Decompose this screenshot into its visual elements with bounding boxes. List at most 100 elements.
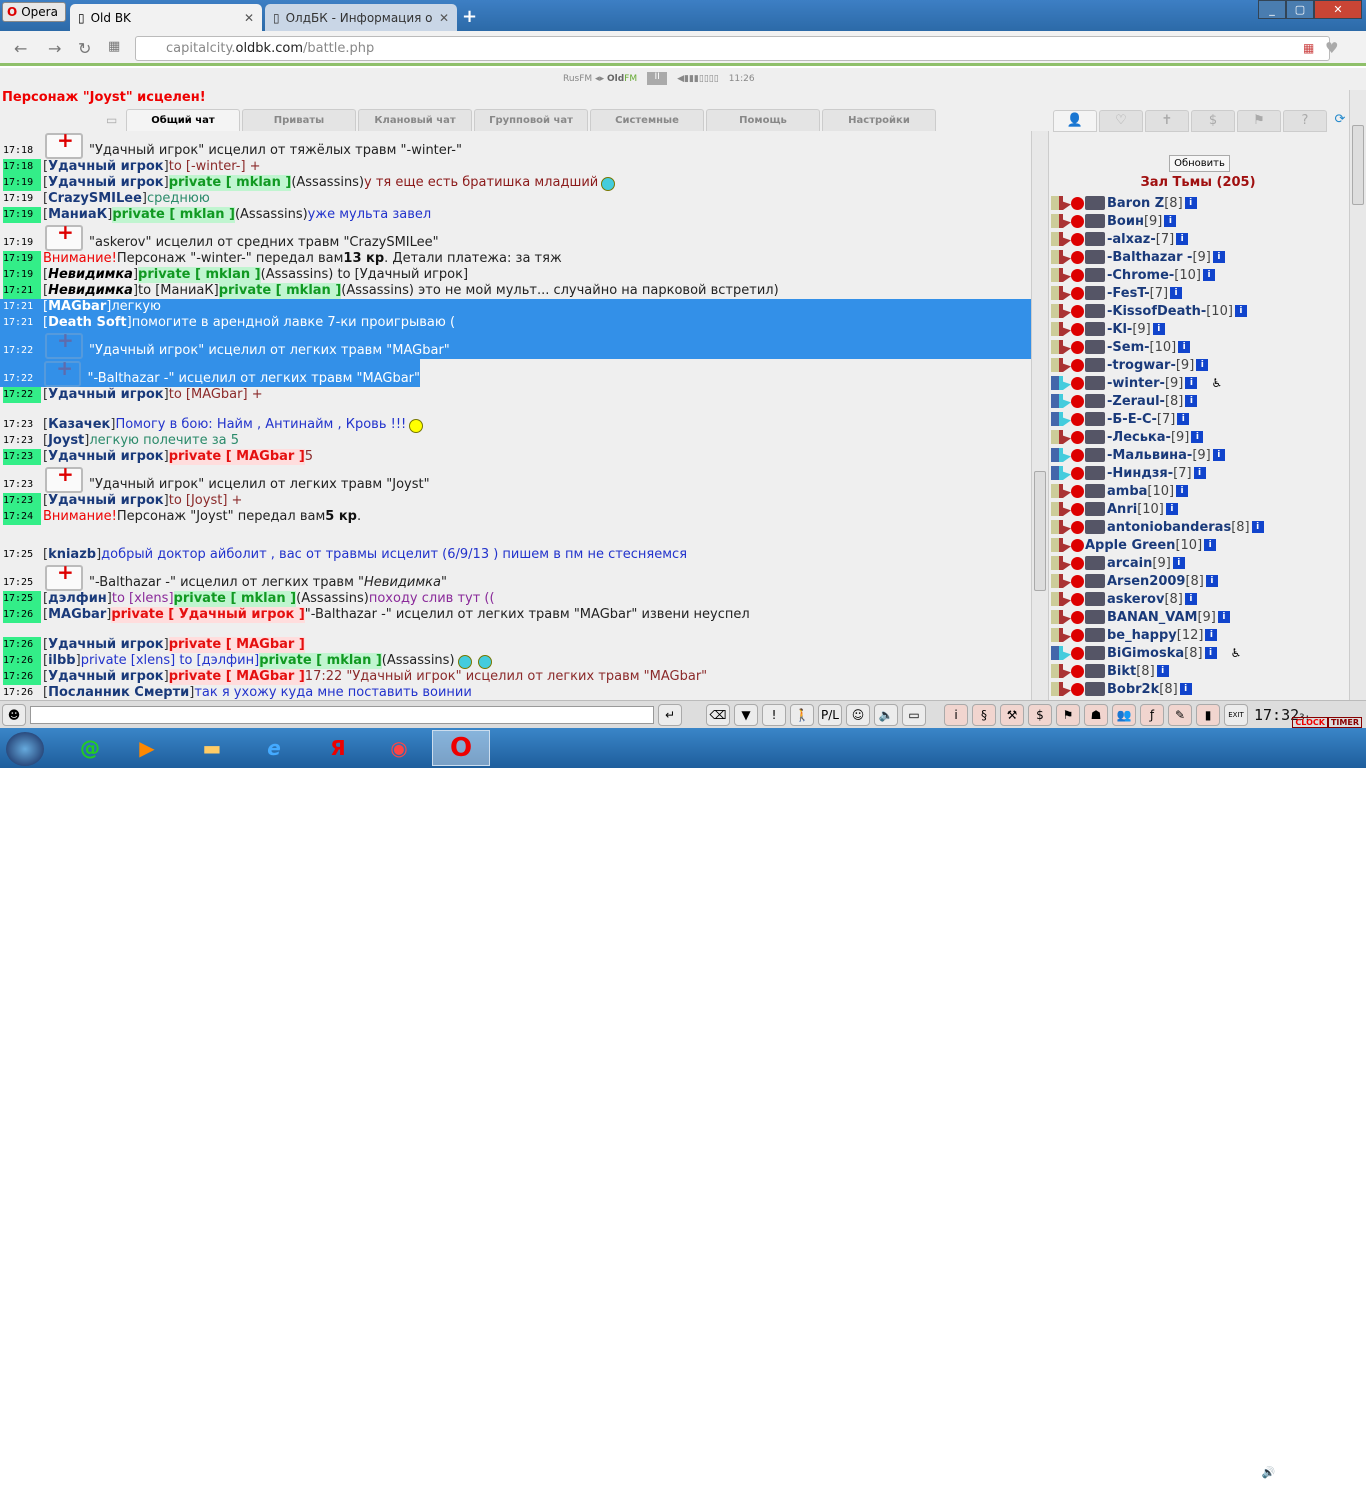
system-clock[interactable]: 16:32 22.01.2014 [1285, 1461, 1348, 1495]
clan-emblem-icon[interactable] [1085, 520, 1105, 534]
exit-button[interactable]: EXIT [1224, 703, 1248, 726]
clan-emblem-icon[interactable] [1085, 664, 1105, 678]
user-name[interactable]: amba [1107, 484, 1147, 499]
scroll-thumb[interactable] [1352, 125, 1364, 205]
sender-nick[interactable]: Казачек [48, 417, 110, 433]
user-name[interactable]: -Chrome- [1107, 268, 1174, 283]
heal-cross-icon[interactable] [1071, 448, 1084, 462]
private-tag[interactable]: private [ mklan ] [173, 591, 297, 607]
user-info-icon[interactable]: i [1193, 467, 1206, 479]
user-name[interactable]: -winter- [1107, 376, 1165, 391]
message-time[interactable]: 17:23 [3, 493, 41, 509]
chat-tab[interactable]: Настройки [822, 109, 936, 131]
heal-cross-icon[interactable] [1071, 664, 1084, 678]
refresh-button[interactable]: Обновить [1169, 155, 1230, 172]
sender-nick[interactable]: CrazySMILee [48, 191, 142, 207]
yandex-icon[interactable]: Я [316, 732, 360, 764]
smiley-icon[interactable]: ☺ [846, 703, 870, 726]
sender-nick[interactable]: Удачный игрок [48, 669, 164, 685]
rank-arrow-icon[interactable] [1051, 232, 1071, 246]
private-tag[interactable]: private [ mklan ] [138, 267, 261, 283]
clan-emblem-icon[interactable] [1085, 682, 1105, 696]
volume-slider[interactable]: ◀▮▮▮▯▯▯▯ [677, 74, 719, 84]
back-icon[interactable]: ← [14, 39, 27, 58]
chat-tab[interactable]: Системные [590, 109, 704, 131]
rank-arrow-icon[interactable] [1051, 412, 1071, 426]
reload-icon[interactable]: ↻ [78, 39, 91, 58]
scroll-icon[interactable]: § [972, 703, 996, 726]
user-info-icon[interactable]: i [1234, 305, 1247, 317]
clan-emblem-icon[interactable] [1085, 286, 1105, 300]
rank-arrow-icon[interactable] [1051, 538, 1071, 552]
rank-arrow-icon[interactable] [1051, 574, 1071, 588]
message-time[interactable]: 17:26 [3, 685, 41, 700]
user-info-icon[interactable]: i [1191, 431, 1204, 443]
heal-cross-icon[interactable] [1071, 322, 1084, 336]
heal-cross-icon[interactable] [1071, 520, 1084, 534]
private-tag[interactable]: private [ MAGbar ] [168, 669, 305, 685]
rank-arrow-icon[interactable] [1051, 250, 1071, 264]
message-time[interactable]: 17:19 [3, 235, 41, 251]
walker-icon[interactable]: 🚶 [790, 703, 814, 726]
sender-nick[interactable]: Удачный игрок [48, 175, 164, 191]
message-time[interactable]: 17:19 [3, 251, 41, 267]
heal-cross-icon[interactable] [1071, 196, 1084, 210]
rank-arrow-icon[interactable] [1051, 214, 1071, 228]
user-info-icon[interactable]: i [1196, 359, 1209, 371]
user-info-icon[interactable]: i [1185, 377, 1198, 389]
user-info-icon[interactable]: i [1217, 611, 1230, 623]
heal-cross-icon[interactable] [1071, 394, 1084, 408]
chat-tab[interactable]: Групповой чат [474, 109, 588, 131]
clan-emblem-icon[interactable] [1085, 610, 1105, 624]
chat-bubble-icon[interactable]: ▭ [106, 113, 117, 127]
voice-icon[interactable]: ☻ [2, 703, 26, 726]
user-info-icon[interactable]: i [1204, 539, 1217, 551]
rank-arrow-icon[interactable] [1051, 628, 1071, 642]
user-name[interactable]: -Sem- [1107, 340, 1150, 355]
chat-tab[interactable]: Приваты [242, 109, 356, 131]
message-time[interactable]: 17:22 [3, 343, 41, 359]
portrait-icon[interactable]: ☗ [1084, 703, 1108, 726]
message-time[interactable]: 17:26 [3, 653, 41, 669]
user-name[interactable]: -Zeraul- [1107, 394, 1165, 409]
radio-oldfm[interactable]: Old [607, 74, 624, 84]
user-info-icon[interactable]: i [1176, 485, 1189, 497]
user-name[interactable]: Arsen2009 [1107, 574, 1185, 589]
heal-cross-icon[interactable] [1071, 592, 1084, 606]
heal-cross-icon[interactable] [1071, 250, 1084, 264]
forum-icon[interactable]: ƒ [1140, 703, 1164, 726]
heal-cross-icon[interactable] [1071, 268, 1084, 282]
user-info-icon[interactable]: i [1164, 215, 1177, 227]
pause-button[interactable]: II [647, 72, 668, 85]
user-name[interactable]: Anri [1107, 502, 1137, 517]
auction-icon[interactable]: ⚒ [1000, 703, 1024, 726]
rank-arrow-icon[interactable] [1051, 268, 1071, 282]
user-name[interactable]: -Б-Е-С- [1107, 412, 1157, 427]
clan-emblem-icon[interactable] [1085, 322, 1105, 336]
clan-emblem-icon[interactable] [1085, 448, 1105, 462]
heal-cross-icon[interactable] [1071, 358, 1084, 372]
heal-cross-icon[interactable] [1071, 376, 1084, 390]
message-time[interactable]: 17:18 [3, 143, 41, 159]
flag-icon[interactable]: ⚑ [1178, 1466, 1188, 1479]
user-name[interactable]: BiGimoska [1107, 646, 1184, 661]
rank-arrow-icon[interactable] [1051, 664, 1071, 678]
user-info-icon[interactable]: i [1172, 557, 1185, 569]
close-tab-icon[interactable]: ✕ [439, 11, 449, 25]
sender-nick[interactable]: Joyst [48, 433, 84, 449]
start-button[interactable] [6, 732, 44, 766]
chat-tab[interactable]: Общий чат [126, 109, 240, 131]
clan-emblem-icon[interactable] [1085, 484, 1105, 498]
user-info-icon[interactable]: i [1184, 593, 1197, 605]
heal-cross-icon[interactable] [1071, 646, 1084, 660]
opera-menu-button[interactable]: O Opera [2, 2, 66, 22]
user-info-icon[interactable]: i [1179, 683, 1192, 695]
power-icon[interactable]: ▮ [1202, 1466, 1208, 1479]
heal-cross-icon[interactable] [1071, 610, 1084, 624]
user-info-icon[interactable]: i [1184, 197, 1197, 209]
user-name[interactable]: be_happy [1107, 628, 1177, 643]
sound-icon[interactable]: 🔈 [874, 703, 898, 726]
sender-nick[interactable]: Удачный игрок [48, 493, 164, 509]
rank-arrow-icon[interactable] [1051, 376, 1071, 390]
user-name[interactable]: -Мальвина- [1107, 448, 1192, 463]
